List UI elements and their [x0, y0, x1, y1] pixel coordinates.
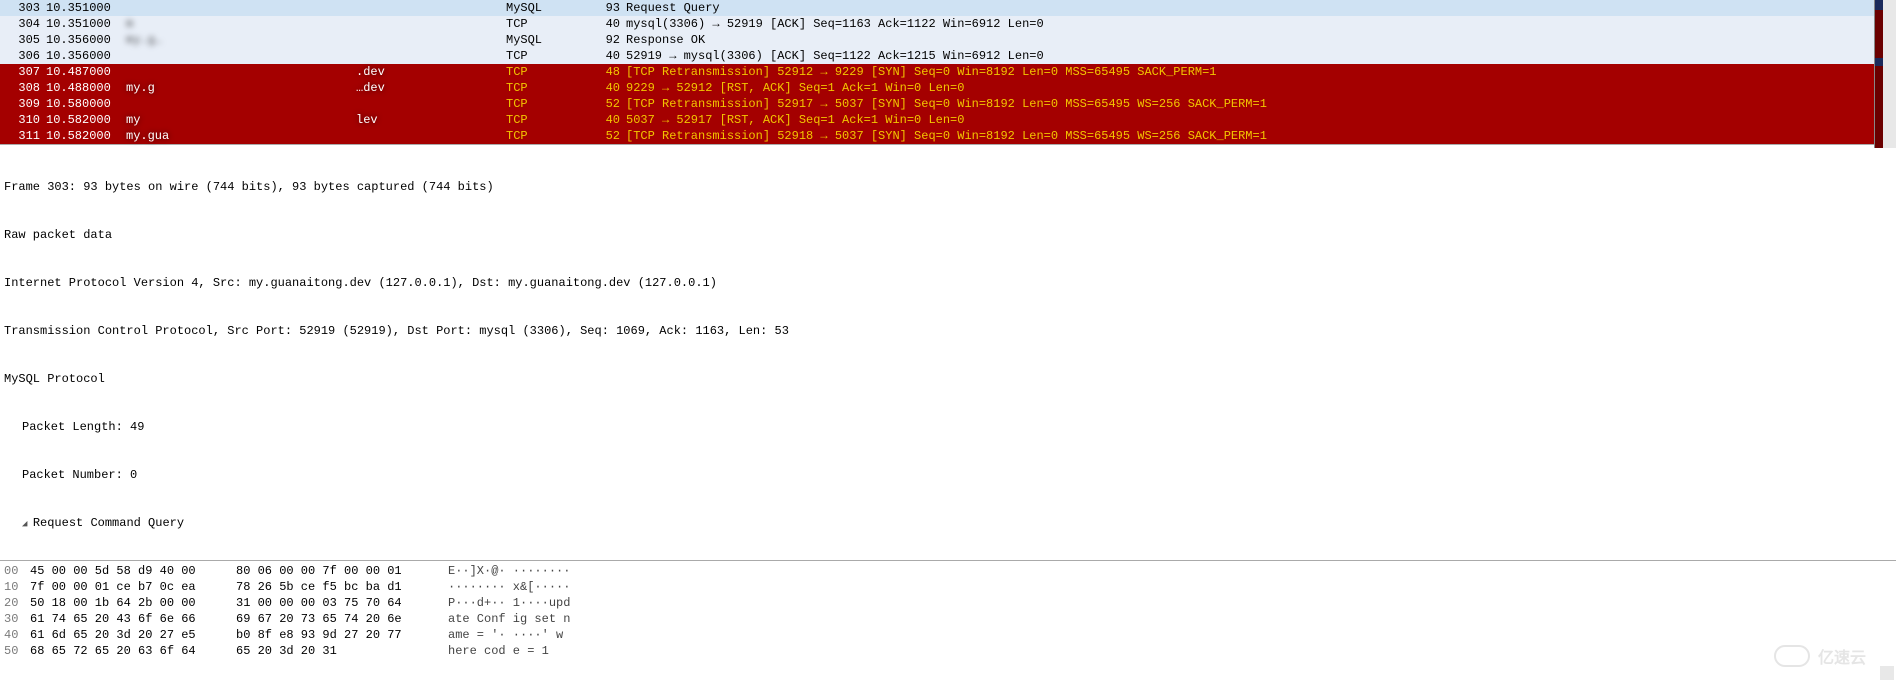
detail-packet-length[interactable]: Packet Length: 49: [4, 419, 1892, 435]
hex-row[interactable]: 5068 65 72 65 20 63 6f 6465 20 3d 20 31h…: [4, 643, 1892, 659]
detail-ip[interactable]: Internet Protocol Version 4, Src: my.gua…: [4, 275, 1892, 291]
hex-row[interactable]: 107f 00 00 01 ce b7 0c ea78 26 5b ce f5 …: [4, 579, 1892, 595]
packet-row[interactable]: 30610.356000TCP4052919 → mysql(3306) [AC…: [0, 48, 1896, 64]
packet-row[interactable]: 30910.580000TCP52[TCP Retransmission] 52…: [0, 96, 1896, 112]
packet-list[interactable]: 30310.351000MySQL93Request Query30410.35…: [0, 0, 1896, 145]
minimap-region: [1875, 66, 1883, 148]
watermark: 亿速云: [1774, 644, 1866, 668]
resize-grip[interactable]: [1880, 666, 1894, 680]
packet-row[interactable]: 30410.351000mTCP40mysql(3306) → 52919 [A…: [0, 16, 1896, 32]
detail-packet-number[interactable]: Packet Number: 0: [4, 467, 1892, 483]
hex-row[interactable]: 2050 18 00 1b 64 2b 00 0031 00 00 00 03 …: [4, 595, 1892, 611]
packet-row[interactable]: 31110.582000my.guaTCP52[TCP Retransmissi…: [0, 128, 1896, 144]
hex-dump-pane[interactable]: 0045 00 00 5d 58 d9 40 0080 06 00 00 7f …: [0, 560, 1896, 682]
detail-frame[interactable]: Frame 303: 93 bytes on wire (744 bits), …: [4, 179, 1892, 195]
hex-row[interactable]: 3061 74 65 20 43 6f 6e 6669 67 20 73 65 …: [4, 611, 1892, 627]
packet-row[interactable]: 30810.488000my.g…devTCP409229 → 52912 [R…: [0, 80, 1896, 96]
packet-list-minimap[interactable]: [1874, 0, 1896, 148]
minimap-region: [1875, 58, 1883, 66]
detail-tcp[interactable]: Transmission Control Protocol, Src Port:…: [4, 323, 1892, 339]
hex-row[interactable]: 4061 6d 65 20 3d 20 27 e5b0 8f e8 93 9d …: [4, 627, 1892, 643]
packet-row[interactable]: 30310.351000MySQL93Request Query: [0, 0, 1896, 16]
cloud-icon: [1774, 645, 1810, 667]
minimap-region: [1875, 0, 1883, 10]
detail-raw[interactable]: Raw packet data: [4, 227, 1892, 243]
packet-row[interactable]: 30710.487000.devTCP48[TCP Retransmission…: [0, 64, 1896, 80]
minimap-region: [1875, 10, 1883, 58]
detail-mysql[interactable]: MySQL Protocol: [4, 371, 1892, 387]
hex-row[interactable]: 0045 00 00 5d 58 d9 40 0080 06 00 00 7f …: [4, 563, 1892, 579]
detail-request-query[interactable]: Request Command Query: [4, 515, 1892, 531]
scrollbar[interactable]: [1882, 0, 1896, 148]
packet-row[interactable]: 31010.582000mylevTCP405037 → 52917 [RST,…: [0, 112, 1896, 128]
packet-row[interactable]: 30510.356000my.g…MySQL92Response OK: [0, 32, 1896, 48]
